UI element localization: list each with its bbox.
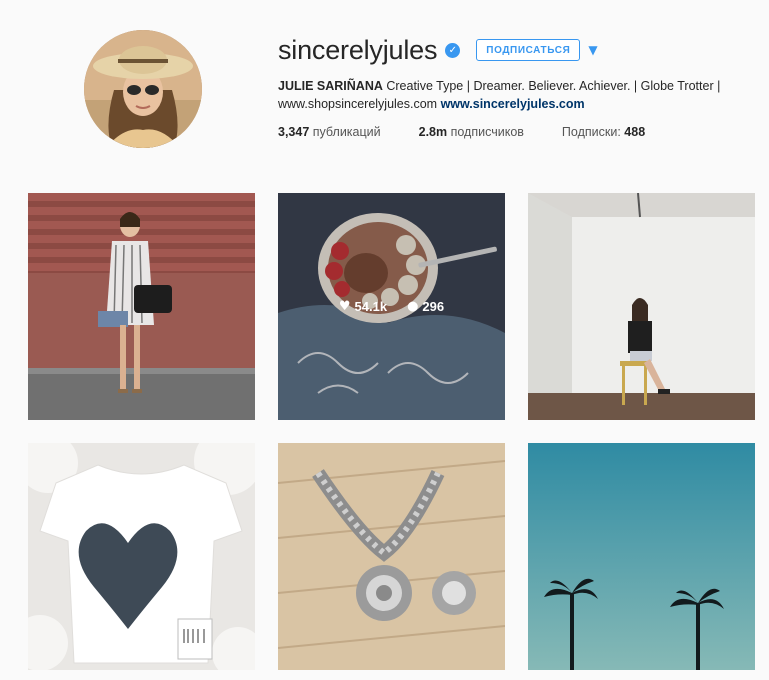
post-tile[interactable]: [28, 193, 255, 420]
bio-url-plain: www.shopsincerelyjules.com: [278, 97, 438, 111]
caret-down-icon[interactable]: ▼: [588, 43, 597, 57]
like-count: 54.1k: [354, 299, 388, 314]
post-tile[interactable]: [278, 443, 505, 670]
followers-label: подписчиков: [450, 125, 524, 139]
follow-button[interactable]: ПОДПИСАТЬСЯ: [476, 39, 581, 61]
bio-text: Creative Type | Dreamer. Believer. Achie…: [386, 79, 721, 93]
username-row: sincerelyjules ✓ ПОДПИСАТЬСЯ ▼: [278, 34, 598, 66]
like-metric: ♥ 54.1k: [339, 299, 387, 314]
posts-label: публикаций: [312, 125, 381, 139]
followers-stat[interactable]: 2.8m подписчиков: [419, 125, 524, 139]
post-tile[interactable]: ♥ 54.1k ● 296: [278, 193, 505, 420]
comment-metric: ● 296: [407, 299, 444, 314]
post-image: [528, 193, 755, 420]
post-image: [278, 443, 505, 670]
posts-count: 3,347: [278, 125, 310, 139]
following-stat[interactable]: Подписки: 488: [562, 125, 645, 139]
post-hover-overlay: ♥ 54.1k ● 296: [278, 193, 505, 420]
profile-bio: JULIE SARIÑANA Creative Type | Dreamer. …: [278, 77, 758, 113]
profile-full-name: JULIE SARIÑANA: [278, 79, 383, 93]
verified-check-icon: ✓: [445, 42, 461, 58]
post-tile[interactable]: [28, 443, 255, 670]
post-tile[interactable]: [528, 193, 755, 420]
followers-count: 2.8m: [418, 125, 448, 139]
following-count: 488: [624, 125, 646, 139]
post-image: [28, 443, 255, 670]
posts-stat: 3,347 публикаций: [278, 125, 381, 139]
following-label: Подписки:: [561, 125, 621, 139]
profile-stats: 3,347 публикаций 2.8m подписчиков Подпис…: [278, 125, 683, 139]
profile-username[interactable]: sincerelyjules: [278, 35, 437, 66]
profile-header: sincerelyjules ✓ ПОДПИСАТЬСЯ ▼ JULIE SAR…: [0, 0, 769, 175]
post-image: [528, 443, 755, 670]
post-tile[interactable]: [528, 443, 755, 670]
comment-bubble-icon: ●: [407, 299, 419, 314]
bio-website-link[interactable]: www.sincerelyjules.com: [441, 97, 585, 111]
comment-count: 296: [422, 299, 445, 314]
avatar-image: [84, 30, 202, 148]
heart-icon: ♥: [338, 299, 351, 314]
profile-avatar[interactable]: [84, 30, 202, 148]
post-image: [28, 193, 255, 420]
